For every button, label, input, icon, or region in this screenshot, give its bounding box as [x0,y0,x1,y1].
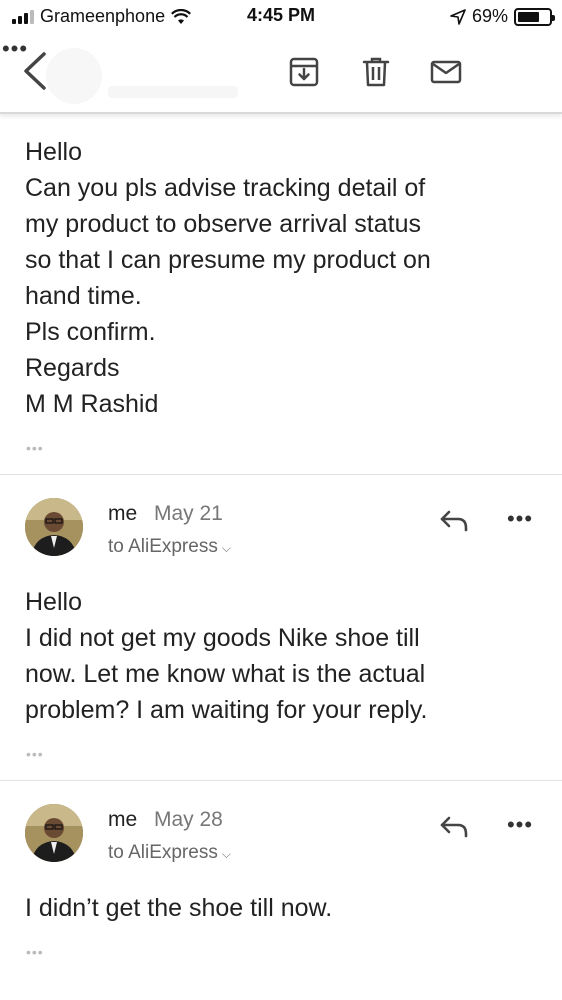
status-right: 69% [450,6,555,27]
battery-percent: 69% [471,6,508,26]
back-button[interactable] [18,50,54,92]
show-trimmed-button-2[interactable]: ••• [26,746,44,762]
mark-unread-button[interactable] [430,56,462,88]
message-header-3[interactable]: me May 28 to AliExpress ⌵ ••• [0,804,562,874]
battery-level [518,11,539,22]
person-photo-icon [25,804,83,862]
recipient-label: to AliExpress [108,842,218,863]
recipient-line[interactable]: to AliExpress ⌵ [108,536,231,558]
message-date: May 28 [154,808,223,831]
reply-button[interactable] [438,812,470,840]
avatar[interactable] [25,498,83,556]
message-date: May 21 [154,502,223,525]
person-photo-icon [25,498,83,556]
sender-name: me [108,502,138,525]
recipient-label: to AliExpress [108,536,218,557]
recipient-line[interactable]: to AliExpress ⌵ [108,842,231,864]
email-toolbar: ••• [0,34,562,114]
message-more-button[interactable]: ••• [505,506,535,532]
collapsed-avatar [46,48,102,104]
collapsed-subline [108,86,238,98]
status-bar: Grameenphone 4:45 PM 69% [0,0,562,34]
archive-button[interactable] [288,56,320,88]
sender-name: me [108,808,138,831]
reply-button[interactable] [438,506,470,534]
avatar[interactable] [25,804,83,862]
message-divider-1 [0,474,562,475]
chevron-down-icon: ⌵ [221,847,231,861]
battery-icon [514,7,555,26]
message-body-3: I didn’t get the shoe till now. [25,894,333,922]
message-divider-2 [0,780,562,781]
message-more-button[interactable]: ••• [505,812,535,838]
message-body-1: Hello Can you pls advise tracking detail… [25,138,431,418]
delete-button[interactable] [360,56,392,88]
chevron-down-icon: ⌵ [221,541,231,555]
location-arrow-icon [450,8,466,25]
message-body-2: Hello I did not get my goods Nike shoe t… [25,588,428,724]
show-trimmed-button-3[interactable]: ••• [26,944,44,960]
message-header-2[interactable]: me May 21 to AliExpress ⌵ ••• [0,498,562,568]
show-trimmed-button-1[interactable]: ••• [26,440,44,456]
